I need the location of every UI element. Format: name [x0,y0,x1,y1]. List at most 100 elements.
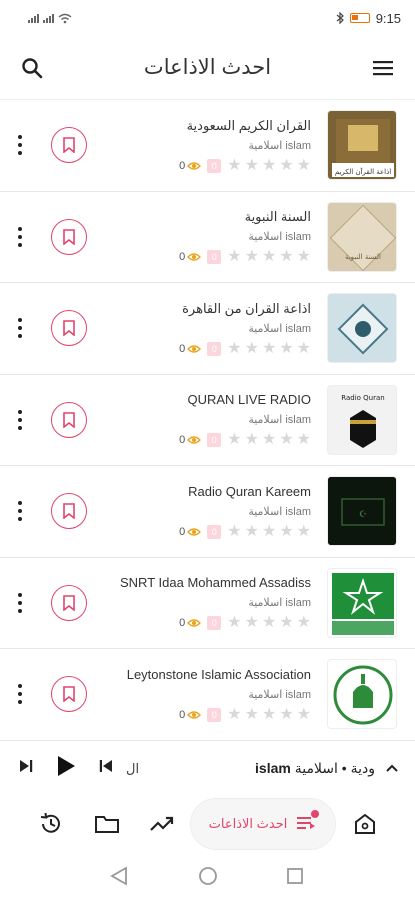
bluetooth-icon [336,12,344,24]
recents-icon[interactable] [287,868,303,884]
svg-text:Radio Quran: Radio Quran [341,394,384,402]
station-logo[interactable]: السنة النبوية [327,201,397,272]
star-icon[interactable]: ★ [262,340,276,357]
more-options-button[interactable] [14,499,26,523]
station-logo[interactable] [327,659,397,730]
rating-stars[interactable]: ★ ★ ★ ★ ★ [227,523,311,540]
more-options-button[interactable] [14,316,26,340]
nav-home[interactable] [350,809,380,839]
home-circle-icon[interactable] [199,867,217,885]
star-icon[interactable]: ★ [227,523,241,540]
star-icon[interactable]: ★ [279,706,293,723]
rating-stars[interactable]: ★ ★ ★ ★ ★ [227,615,311,631]
menu-button[interactable] [369,54,397,82]
rating-stars[interactable]: ★ ★ ★ ★ ★ [227,706,311,723]
station-row[interactable]: Radio Quran Kareem اسلامية islam ★ ★ ★ ★ ★ 0 0 ☪ [0,466,415,558]
rating-stars[interactable]: ★ ★ ★ ★ ★ [227,340,311,357]
bookmark-button[interactable] [51,127,87,164]
star-icon[interactable]: ★ [279,432,293,448]
saudi-quran-logo: اذاعة القرآن الكريم [332,119,394,178]
star-icon[interactable]: ★ [279,249,293,265]
star-icon[interactable]: ★ [262,706,276,723]
rating-stars[interactable]: ★ ★ ★ ★ ★ [227,432,311,448]
views-count: 0 [179,251,202,263]
star-icon[interactable]: ★ [297,615,311,631]
station-row[interactable]: QURAN LIVE RADIO اسلامية islam ★ ★ ★ ★ ★ 0 0 Radi… [0,375,415,466]
station-row[interactable]: اذاعة القران من القاهرة اسلامية islam ★ ★ ★ ★… [0,283,415,375]
star-icon[interactable]: ★ [245,615,259,631]
star-icon[interactable]: ★ [279,615,293,631]
views-value: 0 [179,617,186,630]
star-icon[interactable]: ★ [245,249,259,265]
star-icon[interactable]: ★ [279,523,293,540]
star-icon[interactable]: ★ [262,523,276,540]
station-row[interactable]: السنة النبوية اسلامية islam ★ ★ ★ ★ ★ 0 0 السنة ا… [0,192,415,283]
station-row[interactable]: Leytonstone Islamic Association اسلامية i… [0,649,415,741]
now-playing-text: islam ودية • اسلامية [145,760,375,777]
next-button[interactable] [18,758,34,779]
station-row[interactable]: القران الكريم السعودية اسلامية islam ★ ★ ★ ★ ★… [0,100,415,192]
bookmark-button[interactable] [51,401,87,438]
nav-latest-stations[interactable]: احدث الاذاعات [190,798,336,850]
more-options-button[interactable] [14,225,26,249]
back-icon[interactable] [110,866,127,886]
nav-folders[interactable] [92,809,122,839]
play-button[interactable] [56,755,76,782]
star-icon[interactable]: ★ [245,432,259,448]
star-icon[interactable]: ★ [297,706,311,723]
station-row[interactable]: SNRT Idaa Mohammed Assadiss اسلامية islam… [0,558,415,649]
star-icon[interactable]: ★ [262,249,276,265]
signal-icon [43,13,54,23]
star-icon[interactable]: ★ [245,523,259,540]
star-icon[interactable]: ★ [262,157,276,174]
station-logo[interactable]: اذاعة القرآن الكريم [327,110,397,181]
views-count: 0 [179,434,202,447]
bookmark-button[interactable] [51,676,87,713]
star-icon[interactable]: ★ [279,157,293,174]
more-options-button[interactable] [14,682,26,706]
star-icon[interactable]: ★ [245,706,259,723]
bookmark-button[interactable] [51,218,87,255]
star-icon[interactable]: ★ [297,432,311,448]
station-logo[interactable]: ☪ [327,476,397,547]
star-icon[interactable]: ★ [297,157,311,174]
previous-button[interactable] [98,758,114,779]
expand-player-button[interactable] [385,760,399,778]
rating-stars[interactable]: ★ ★ ★ ★ ★ [227,249,311,265]
star-icon[interactable]: ★ [279,340,293,357]
bookmark-button[interactable] [51,584,87,621]
rating-stars[interactable]: ★ ★ ★ ★ ★ [227,157,311,174]
star-icon[interactable]: ★ [227,157,241,174]
mini-player[interactable]: ال islam ودية • اسلامية [0,740,415,796]
views-count: 0 [179,160,202,172]
star-icon[interactable]: ★ [227,249,241,265]
more-options-button[interactable] [14,133,26,157]
more-options-button[interactable] [14,591,26,615]
star-icon[interactable]: ★ [227,706,241,723]
more-options-button[interactable] [14,408,26,432]
search-button[interactable] [18,54,46,82]
views-value: 0 [179,434,186,447]
station-meta: ★ ★ ★ ★ ★ 0 0 [101,157,311,174]
bookmark-button[interactable] [51,493,87,530]
views-icon [187,253,202,261]
star-icon[interactable]: ★ [227,615,241,631]
play-icon [58,756,75,776]
nav-trending[interactable] [147,809,177,839]
star-icon[interactable]: ★ [262,432,276,448]
views-icon [187,528,202,536]
cairo-quran-logo [328,294,396,363]
star-icon[interactable]: ★ [297,249,311,265]
star-icon[interactable]: ★ [262,615,276,631]
station-logo[interactable] [327,293,397,364]
star-icon[interactable]: ★ [297,340,311,357]
star-icon[interactable]: ★ [245,340,259,357]
station-logo[interactable]: Radio Quran [327,384,397,455]
station-logo[interactable] [327,567,397,638]
star-icon[interactable]: ★ [227,432,241,448]
bookmark-button[interactable] [51,310,87,347]
star-icon[interactable]: ★ [227,340,241,357]
star-icon[interactable]: ★ [297,523,311,540]
star-icon[interactable]: ★ [245,157,259,174]
nav-history[interactable] [36,809,66,839]
